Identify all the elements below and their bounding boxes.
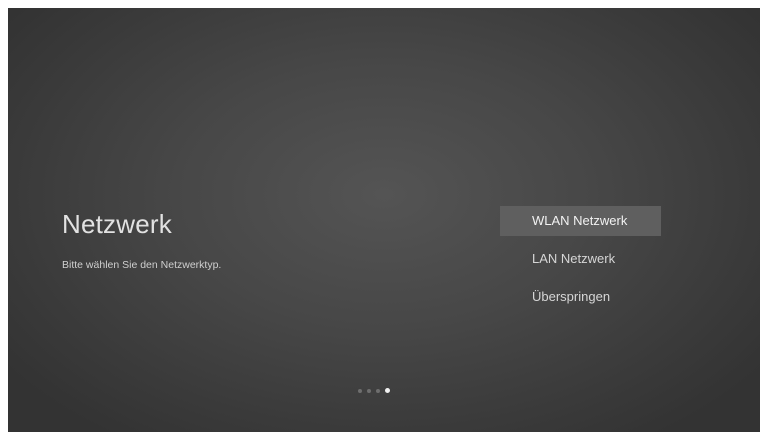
- step-dot-3: [376, 388, 380, 393]
- menu-item-skip[interactable]: Überspringen: [500, 282, 661, 312]
- page-title: Netzwerk: [62, 209, 172, 239]
- menu-item-lan[interactable]: LAN Netzwerk: [500, 244, 661, 274]
- page-subtitle: Bitte wählen Sie den Netzwerktyp.: [62, 259, 222, 271]
- step-dot-1: [358, 388, 362, 393]
- step-dot-2: [367, 388, 371, 393]
- menu-item-wlan[interactable]: WLAN Netzwerk: [500, 206, 661, 236]
- step-dot-4-active: [385, 388, 390, 393]
- step-indicator: [358, 388, 390, 393]
- network-type-menu: WLAN Netzwerk LAN Netzwerk Überspringen: [500, 206, 661, 320]
- setup-screen: Netzwerk Bitte wählen Sie den Netzwerkty…: [8, 8, 760, 432]
